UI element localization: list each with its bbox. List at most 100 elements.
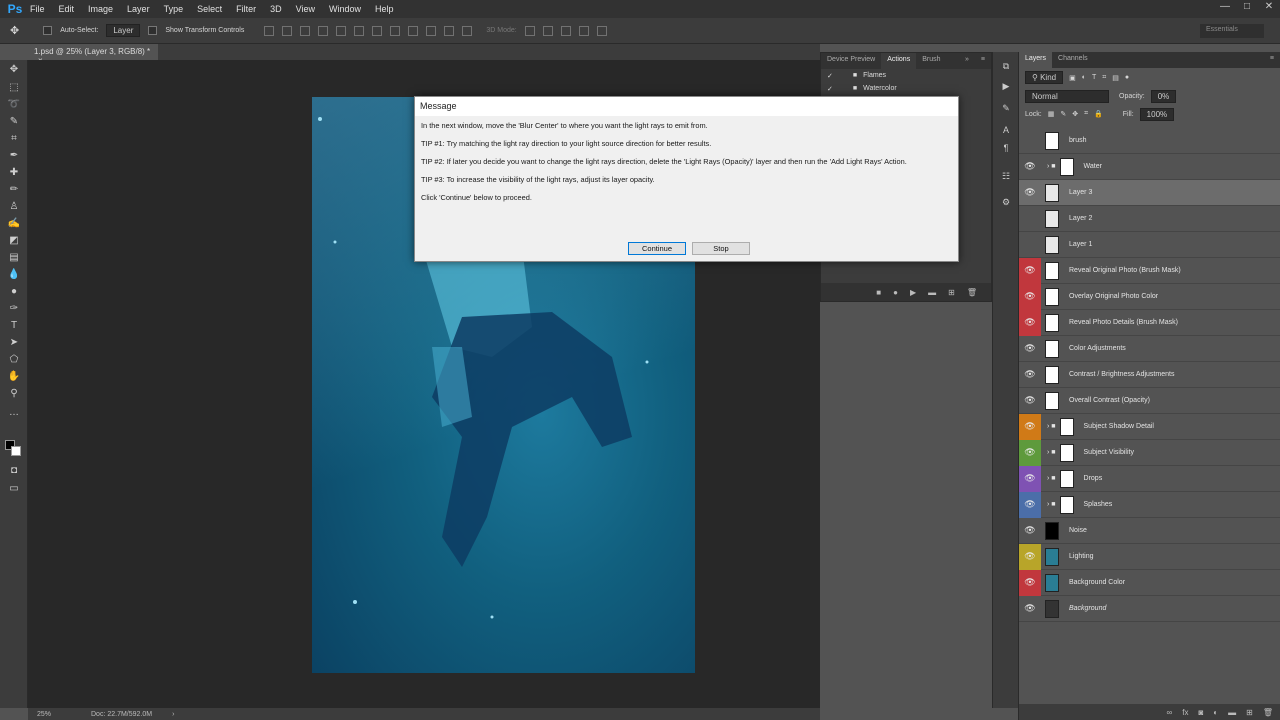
visibility-eye-icon[interactable] bbox=[1019, 128, 1041, 154]
menu-filter[interactable]: Filter bbox=[236, 4, 256, 14]
maximize-icon[interactable]: □ bbox=[1236, 0, 1258, 18]
eraser-tool-icon[interactable]: ◩ bbox=[7, 235, 21, 247]
visibility-eye-icon[interactable]: 👁 bbox=[1019, 543, 1041, 570]
layer-thumbnail[interactable] bbox=[1045, 599, 1059, 618]
brush-tool-icon[interactable]: ✏ bbox=[7, 184, 21, 196]
tab-device-preview[interactable]: Device Preview bbox=[821, 53, 881, 69]
layer-thumbnail[interactable] bbox=[1045, 313, 1059, 332]
align-vcenter-icon[interactable] bbox=[282, 25, 293, 36]
layer-row[interactable]: 👁 Contrast / Brightness Adjustments bbox=[1019, 362, 1280, 388]
tab-channels[interactable]: Channels bbox=[1052, 52, 1094, 68]
visibility-eye-icon[interactable]: 👁 bbox=[1019, 596, 1041, 622]
3d-slide-icon[interactable] bbox=[578, 25, 589, 36]
lock-paint-icon[interactable]: ✎ bbox=[1060, 110, 1066, 118]
blur-tool-icon[interactable]: 💧 bbox=[7, 269, 21, 281]
filter-adjust-icon[interactable]: ◐ bbox=[1082, 74, 1086, 81]
character-icon[interactable]: A bbox=[1000, 124, 1012, 136]
menu-file[interactable]: File bbox=[30, 4, 45, 14]
delete-layer-icon[interactable]: 🗑 bbox=[1263, 708, 1273, 717]
visibility-eye-icon[interactable]: 👁 bbox=[1019, 569, 1041, 596]
layer-row[interactable]: 👁 › ■ Drops bbox=[1019, 465, 1280, 492]
document-tab[interactable]: 1.psd @ 25% (Layer 3, RGB/8) * × bbox=[28, 44, 158, 65]
panel-collapse-icon[interactable]: » bbox=[959, 53, 975, 69]
menu-help[interactable]: Help bbox=[375, 4, 394, 14]
dodge-tool-icon[interactable]: ● bbox=[7, 286, 21, 298]
panel-menu-icon[interactable]: ≡ bbox=[1264, 52, 1280, 68]
visibility-eye-icon[interactable]: 👁 bbox=[1019, 388, 1041, 414]
filter-smart-icon[interactable]: ▤ bbox=[1112, 74, 1119, 82]
quick-select-tool-icon[interactable]: ✎ bbox=[7, 116, 21, 128]
blend-mode-dropdown[interactable]: Normal bbox=[1025, 89, 1109, 103]
filter-toggle-icon[interactable]: ● bbox=[1125, 74, 1129, 81]
workspace-switcher[interactable]: Essentials bbox=[1200, 24, 1264, 38]
history-brush-icon[interactable]: ✍ bbox=[7, 218, 21, 230]
menu-type[interactable]: Type bbox=[164, 4, 184, 14]
path-select-icon[interactable]: ➤ bbox=[7, 337, 21, 349]
status-menu-arrow[interactable]: › bbox=[172, 711, 174, 718]
crop-tool-icon[interactable]: ⌗ bbox=[7, 133, 21, 145]
layer-thumbnail[interactable] bbox=[1045, 573, 1059, 592]
delete-icon[interactable]: 🗑 bbox=[967, 288, 977, 297]
3d-scale-icon[interactable] bbox=[596, 25, 607, 36]
align-bottom-icon[interactable] bbox=[300, 25, 311, 36]
new-action-icon[interactable]: ⊞ bbox=[948, 288, 955, 297]
zoom-tool-icon[interactable]: ⚲ bbox=[7, 388, 21, 400]
distribute-left-icon[interactable] bbox=[426, 25, 437, 36]
align-top-icon[interactable] bbox=[264, 25, 275, 36]
layer-thumbnail[interactable] bbox=[1045, 287, 1059, 306]
visibility-eye-icon[interactable]: 👁 bbox=[1019, 518, 1041, 544]
screen-mode-icon[interactable]: ▭ bbox=[7, 483, 21, 495]
menu-edit[interactable]: Edit bbox=[59, 4, 75, 14]
align-right-icon[interactable] bbox=[354, 25, 365, 36]
auto-select-dropdown[interactable]: Layer bbox=[106, 24, 141, 37]
healing-brush-icon[interactable]: ✚ bbox=[7, 167, 21, 179]
filter-shape-icon[interactable]: ⌗ bbox=[1102, 74, 1106, 82]
lock-pixels-icon[interactable]: ▦ bbox=[1048, 110, 1055, 118]
layer-row[interactable]: Layer 1 bbox=[1019, 232, 1280, 258]
layer-thumbnail[interactable] bbox=[1045, 235, 1059, 254]
visibility-eye-icon[interactable]: 👁 bbox=[1019, 309, 1041, 336]
distribute-hcenter-icon[interactable] bbox=[444, 25, 455, 36]
layer-row[interactable]: 👁 › ■ Splashes bbox=[1019, 491, 1280, 518]
show-transform-checkbox[interactable] bbox=[148, 26, 158, 35]
visibility-eye-icon[interactable]: 👁 bbox=[1019, 257, 1041, 284]
layer-row[interactable]: 👁 Color Adjustments bbox=[1019, 336, 1280, 362]
play-icon[interactable]: ▶ bbox=[910, 288, 916, 297]
check-icon[interactable]: ✓ bbox=[827, 72, 833, 80]
layer-thumbnail[interactable] bbox=[1045, 391, 1059, 410]
distribute-bottom-icon[interactable] bbox=[408, 25, 419, 36]
add-mask-icon[interactable]: ◙ bbox=[1198, 708, 1203, 717]
filter-type-icon[interactable]: T bbox=[1092, 74, 1096, 81]
zoom-level[interactable]: 25% bbox=[37, 711, 82, 718]
layer-row[interactable]: 👁 Layer 3 bbox=[1019, 180, 1280, 206]
align-hcenter-icon[interactable] bbox=[336, 25, 347, 36]
record-icon[interactable]: ● bbox=[893, 288, 898, 297]
new-layer-icon[interactable]: ⊞ bbox=[1246, 708, 1253, 717]
visibility-eye-icon[interactable]: 👁 bbox=[1019, 336, 1041, 362]
layer-thumbnail[interactable] bbox=[1045, 131, 1059, 150]
continue-button[interactable]: Continue bbox=[628, 242, 686, 255]
3d-roll-icon[interactable] bbox=[542, 25, 553, 36]
layer-thumbnail[interactable] bbox=[1045, 339, 1059, 358]
layer-thumbnail[interactable] bbox=[1059, 469, 1074, 488]
layer-row[interactable]: 👁 Overlay Original Photo Color bbox=[1019, 283, 1280, 310]
lock-all-icon[interactable]: 🔒 bbox=[1094, 110, 1103, 118]
distribute-center-icon[interactable] bbox=[390, 25, 401, 36]
distribute-right-icon[interactable] bbox=[462, 25, 473, 36]
layer-row[interactable]: Layer 2 bbox=[1019, 206, 1280, 232]
layer-row[interactable]: 👁 Background Color bbox=[1019, 569, 1280, 596]
tab-layers[interactable]: Layers bbox=[1019, 52, 1053, 68]
move-tool-icon[interactable]: ✥ bbox=[10, 24, 19, 37]
folder-icon[interactable]: › ■ bbox=[1047, 423, 1056, 430]
adjustment-layer-icon[interactable]: ◐ bbox=[1213, 708, 1218, 717]
check-icon[interactable]: ✓ bbox=[827, 85, 833, 93]
layer-thumbnail[interactable] bbox=[1059, 157, 1074, 176]
stop-button[interactable]: Stop bbox=[692, 242, 750, 255]
folder-icon[interactable]: › ■ bbox=[1047, 475, 1056, 482]
visibility-eye-icon[interactable]: 👁 bbox=[1019, 439, 1041, 466]
layer-thumbnail[interactable] bbox=[1045, 183, 1059, 202]
close-icon[interactable]: ✕ bbox=[1258, 0, 1280, 18]
menu-view[interactable]: View bbox=[296, 4, 315, 14]
visibility-eye-icon[interactable]: 👁 bbox=[1019, 465, 1041, 492]
layer-row[interactable]: 👁 Lighting bbox=[1019, 543, 1280, 570]
